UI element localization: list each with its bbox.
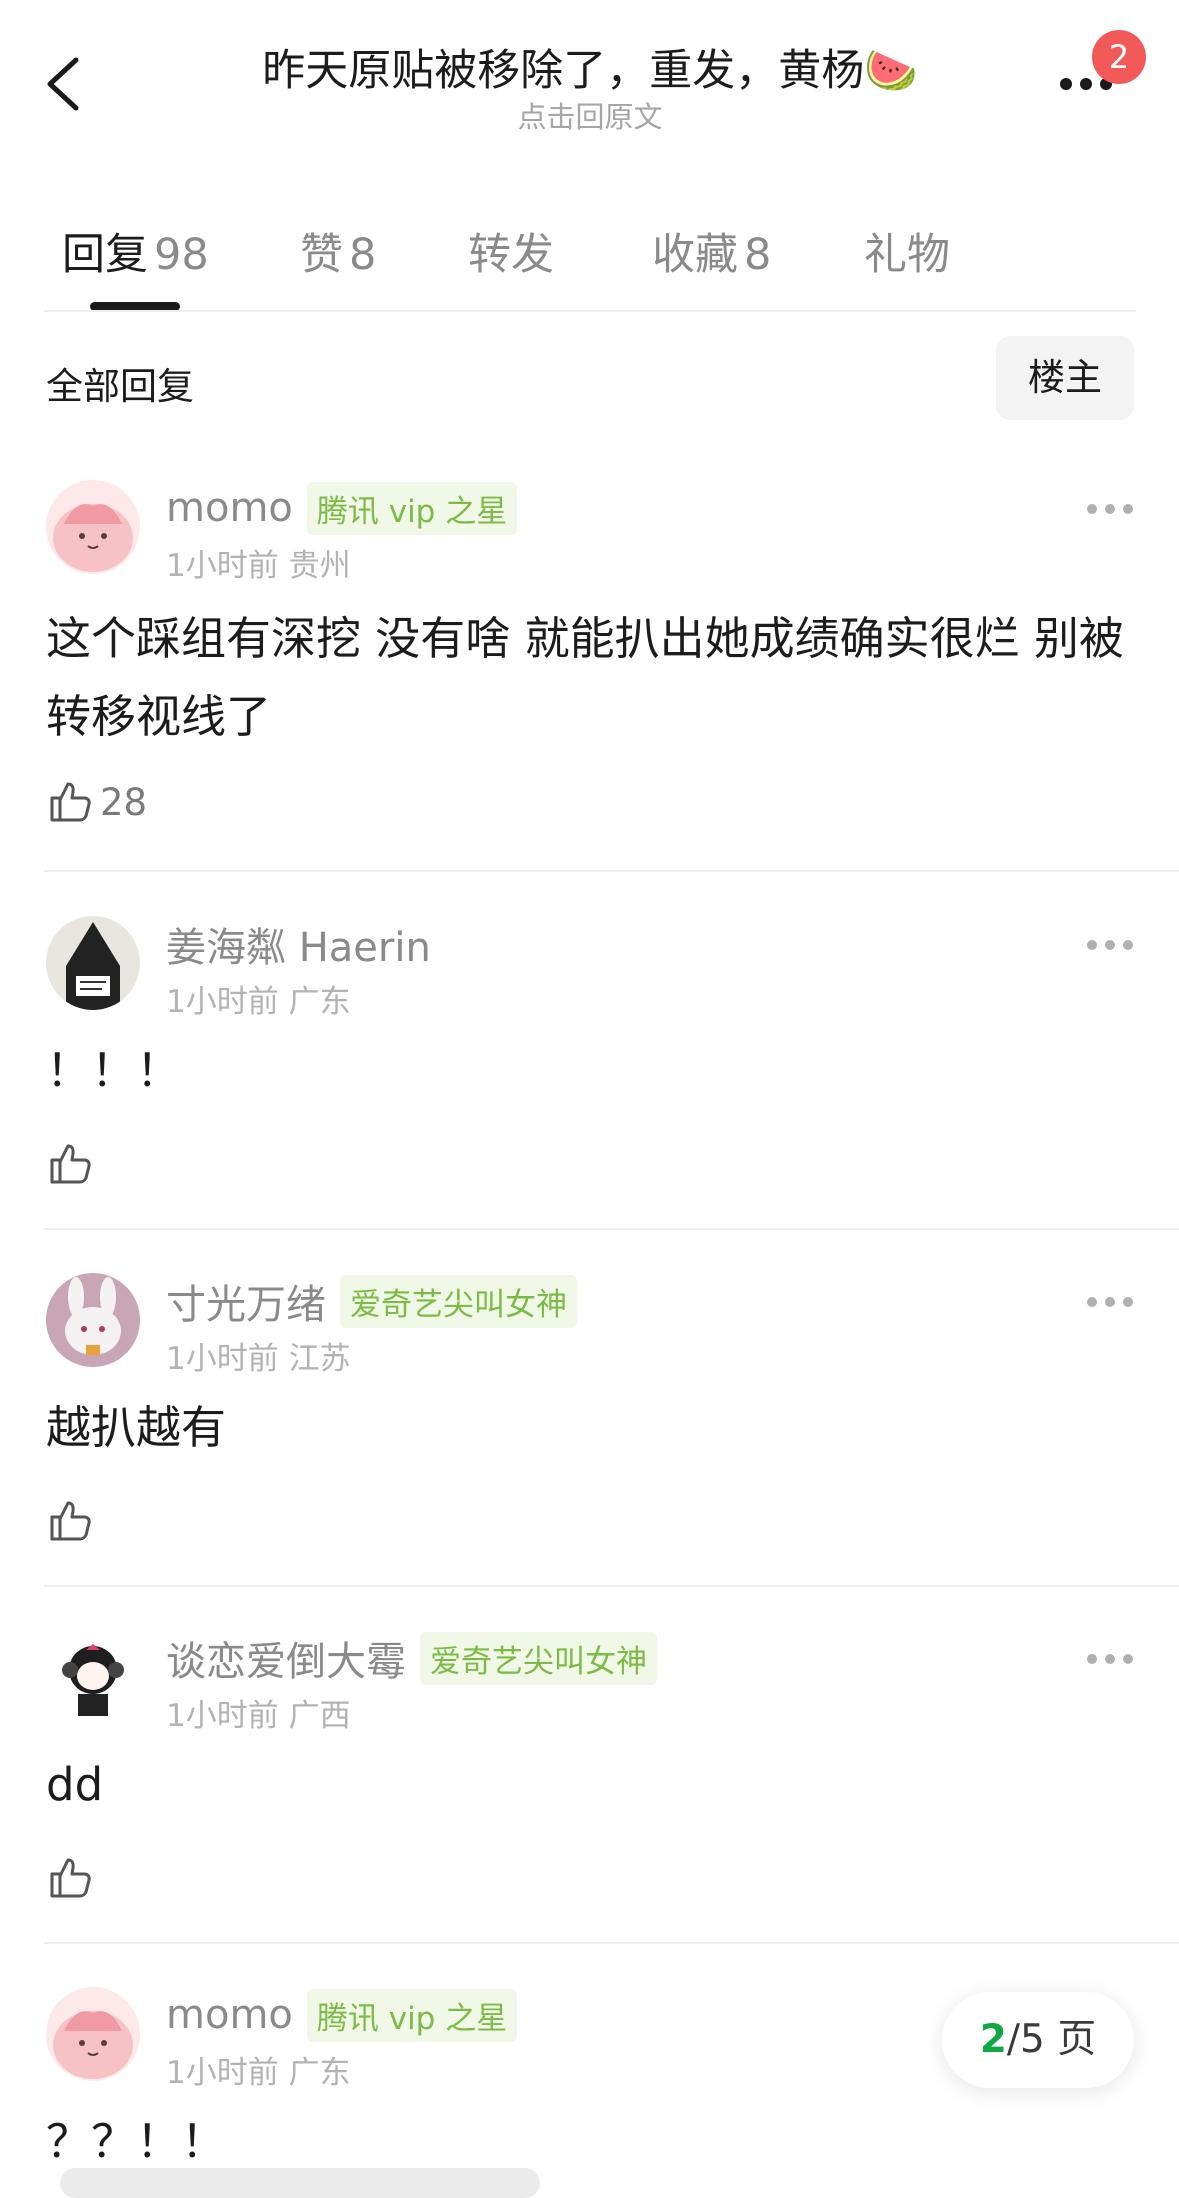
user-info: momo 腾讯 vip 之星: [166, 480, 518, 536]
comment-more-icon[interactable]: [1082, 494, 1142, 524]
comment-meta: 1小时前 江苏: [166, 1333, 351, 1378]
comment-more-icon[interactable]: [1082, 930, 1142, 960]
avatar[interactable]: [46, 480, 140, 574]
tab-favorites[interactable]: 收藏 8: [652, 220, 771, 282]
user-info: momo 腾讯 vip 之星: [166, 1987, 518, 2043]
divider: [44, 870, 1179, 872]
tab-bar: 回复 98 赞8 转发 收藏 8 礼物: [0, 210, 1179, 311]
comment-meta: 1小时前 广东: [166, 976, 351, 1021]
tab-label: 收藏: [652, 230, 738, 280]
location: 江苏: [288, 1341, 351, 1377]
tab-likes[interactable]: 赞8: [300, 220, 376, 282]
user-badge: 腾讯 vip 之星: [306, 1988, 518, 2042]
tab-reposts[interactable]: 转发: [468, 220, 554, 282]
thumbs-up-icon: [50, 1144, 91, 1184]
user-badge: 爱奇艺尖叫女神: [340, 1274, 577, 1328]
tab-label: 回复: [62, 230, 148, 280]
comment-meta: 1小时前 广西: [166, 1690, 351, 1735]
post-title: 昨天原贴被移除了，重发，黄杨🍉: [262, 46, 918, 96]
comment-meta: 1小时前 广东: [166, 2047, 351, 2092]
comment-more-icon[interactable]: [1082, 1287, 1142, 1317]
like-count: 28: [100, 780, 148, 824]
reply-input-bar[interactable]: [60, 2168, 540, 2198]
tab-gifts[interactable]: 礼物: [864, 220, 950, 282]
thumbs-up-icon: [50, 1501, 91, 1541]
comment-meta: 1小时前 贵州: [166, 540, 351, 585]
thumbs-up-icon: [50, 782, 91, 822]
tab-count: 8: [349, 230, 377, 280]
comment-more-icon[interactable]: [1082, 1644, 1142, 1674]
location: 贵州: [288, 548, 351, 584]
top-bar: 昨天原贴被移除了，重发，黄杨🍉 点击回原文 2: [0, 0, 1179, 150]
comment-text: ！！！: [46, 1044, 182, 1097]
user-info: 寸光万绪 爱奇艺尖叫女神: [166, 1273, 577, 1329]
like-button[interactable]: [46, 1850, 94, 1906]
username[interactable]: 姜海粼 Haerin: [166, 915, 431, 973]
current-page: 2: [979, 2017, 1007, 2062]
user-info: 谈恋爱倒大霉 爱奇艺尖叫女神: [166, 1630, 657, 1686]
divider: [44, 1228, 1179, 1230]
total-pages: /5 页: [1006, 2017, 1097, 2062]
avatar[interactable]: [46, 1630, 140, 1724]
user-info: 姜海粼 Haerin: [166, 916, 431, 972]
timestamp: 1小时前: [166, 1341, 279, 1377]
username[interactable]: momo: [166, 485, 293, 531]
user-badge: 爱奇艺尖叫女神: [420, 1631, 657, 1685]
location: 广东: [288, 984, 351, 1020]
thumbs-up-icon: [50, 1858, 91, 1898]
divider: [44, 1585, 1179, 1587]
tab-label: 转发: [468, 230, 554, 280]
like-button[interactable]: 28: [46, 774, 147, 830]
back-to-original-link[interactable]: 点击回原文: [150, 94, 1030, 136]
tab-replies[interactable]: 回复 98: [62, 220, 209, 282]
username[interactable]: momo: [166, 1992, 293, 2038]
all-replies-label: 全部回复: [46, 365, 194, 408]
avatar[interactable]: [46, 916, 140, 1010]
back-arrow-icon[interactable]: [36, 46, 96, 122]
timestamp: 1小时前: [166, 548, 279, 584]
username[interactable]: 谈恋爱倒大霉: [166, 1629, 406, 1687]
divider: [44, 310, 1136, 312]
tab-label: 礼物: [864, 230, 950, 280]
user-badge: 腾讯 vip 之星: [306, 481, 518, 535]
page-indicator[interactable]: 2/5 页: [942, 1992, 1134, 2088]
like-button[interactable]: [46, 1493, 94, 1549]
tab-label: 赞: [300, 230, 343, 280]
like-button[interactable]: [46, 1136, 94, 1192]
timestamp: 1小时前: [166, 2055, 279, 2091]
comment-text: dd: [46, 1758, 104, 1811]
comment-text: 越扒越有: [46, 1401, 227, 1454]
timestamp: 1小时前: [166, 984, 279, 1020]
avatar[interactable]: [46, 1273, 140, 1367]
divider: [44, 1942, 1179, 1944]
location: 广东: [288, 2055, 351, 2091]
tab-count: 98: [154, 230, 209, 280]
username[interactable]: 寸光万绪: [166, 1272, 326, 1330]
tab-count: 8: [744, 230, 772, 280]
comment-text: 这个踩组有深挖 没有啥 就能扒出她成绩确实很烂 别被转移视线了: [46, 612, 1124, 743]
notification-badge: 2: [1092, 30, 1146, 84]
author-only-button[interactable]: 楼主: [996, 336, 1134, 420]
avatar[interactable]: [46, 1987, 140, 2081]
timestamp: 1小时前: [166, 1698, 279, 1734]
location: 广西: [288, 1698, 351, 1734]
